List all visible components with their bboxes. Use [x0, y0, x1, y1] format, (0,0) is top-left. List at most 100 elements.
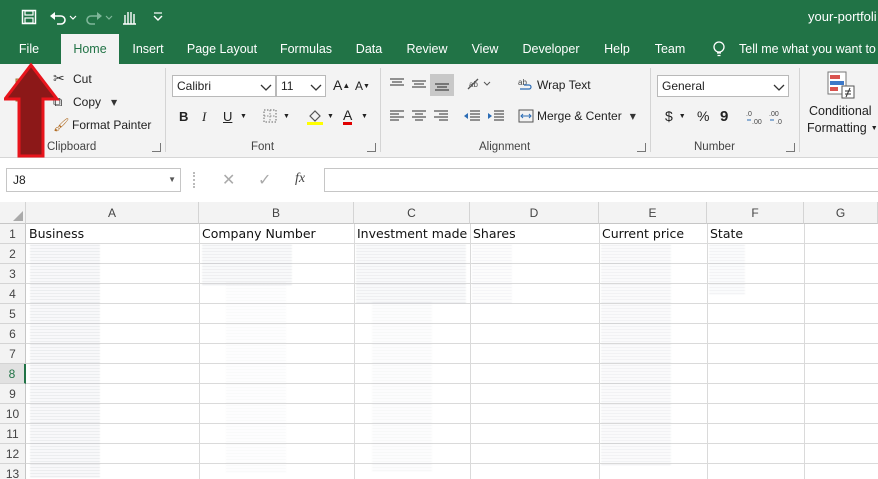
- tab-help[interactable]: Help: [597, 34, 637, 64]
- column-header-c[interactable]: C: [354, 202, 470, 224]
- copy-button[interactable]: ⧉ Copy ▼: [53, 93, 117, 111]
- row-header[interactable]: 1: [0, 224, 26, 244]
- number-launcher-icon[interactable]: [786, 143, 795, 152]
- redo-icon[interactable]: [84, 6, 114, 28]
- select-all-corner[interactable]: [0, 202, 26, 224]
- shrink-font-button[interactable]: A ▼: [355, 79, 370, 93]
- chevron-down-icon[interactable]: ▼: [327, 113, 334, 120]
- customize-qat-icon[interactable]: [150, 6, 166, 28]
- chevron-down-icon[interactable]: ▼: [168, 169, 176, 191]
- format-painter-button[interactable]: 🖌 Format Painter: [53, 116, 151, 134]
- chevron-down-icon[interactable]: ▼: [240, 113, 247, 120]
- tab-data[interactable]: Data: [349, 34, 389, 64]
- tell-me-search[interactable]: Tell me what you want to d: [739, 34, 878, 64]
- borders-icon[interactable]: [262, 108, 278, 124]
- column-header-e[interactable]: E: [599, 202, 707, 224]
- font-name-select[interactable]: Calibri: [172, 75, 276, 97]
- row-header[interactable]: 13: [0, 464, 26, 479]
- italic-button[interactable]: I: [202, 109, 206, 125]
- increase-indent-icon[interactable]: [487, 109, 505, 123]
- name-box-value: J8: [13, 173, 26, 187]
- column-header-b[interactable]: B: [199, 202, 354, 224]
- chevron-down-icon[interactable]: ▼: [111, 98, 117, 107]
- fill-color-icon[interactable]: [306, 107, 324, 125]
- tab-page-layout[interactable]: Page Layout: [183, 34, 261, 64]
- row-header[interactable]: 9: [0, 384, 26, 404]
- svg-text:.00: .00: [769, 111, 779, 118]
- undo-icon[interactable]: [48, 6, 78, 28]
- font-color-icon[interactable]: A: [343, 108, 353, 125]
- cancel-icon[interactable]: ✕: [222, 170, 235, 190]
- row-header[interactable]: 3: [0, 264, 26, 284]
- row-header[interactable]: 12: [0, 444, 26, 464]
- align-right-icon[interactable]: [433, 109, 449, 123]
- header-cell-investment-made[interactable]: Investment made: [354, 224, 467, 244]
- row-header[interactable]: 4: [0, 284, 26, 304]
- worksheet-grid[interactable]: A B C D E F G 1 2 3 4 5 6 7 8 9 10 11 12…: [0, 202, 878, 479]
- enter-icon[interactable]: ✓: [258, 170, 271, 190]
- merge-center-button[interactable]: Merge & Center ▼: [518, 108, 636, 124]
- bottom-align-icon[interactable]: [430, 74, 454, 96]
- conditional-formatting-icon[interactable]: [826, 70, 856, 100]
- tab-team[interactable]: Team: [650, 34, 690, 64]
- touch-mode-icon[interactable]: [118, 6, 142, 28]
- bold-button[interactable]: B: [179, 109, 188, 124]
- currency-button[interactable]: $ ▼: [665, 108, 686, 124]
- wrap-text-button[interactable]: ab Wrap Text: [518, 77, 591, 93]
- save-icon[interactable]: [18, 6, 40, 28]
- header-cell-business[interactable]: Business: [26, 224, 84, 244]
- font-size-select[interactable]: 11: [276, 75, 326, 97]
- tab-view[interactable]: View: [466, 34, 504, 64]
- row-header[interactable]: 6: [0, 324, 26, 344]
- orientation-icon[interactable]: ab: [466, 77, 492, 91]
- tab-formulas[interactable]: Formulas: [275, 34, 337, 64]
- row-header[interactable]: 10: [0, 404, 26, 424]
- alignment-launcher-icon[interactable]: [637, 143, 646, 152]
- comma-button[interactable]: 9: [720, 108, 728, 125]
- name-box[interactable]: J8 ▼: [6, 168, 181, 192]
- chevron-down-icon[interactable]: ▼: [283, 113, 290, 120]
- font-launcher-icon[interactable]: [367, 143, 376, 152]
- increase-decimal-icon[interactable]: .0.00: [746, 108, 764, 126]
- column-header-g[interactable]: G: [804, 202, 878, 224]
- conditional-formatting-label[interactable]: Conditional: [809, 104, 872, 118]
- percent-button[interactable]: %: [697, 108, 709, 124]
- tab-file[interactable]: File: [8, 34, 50, 64]
- row-header[interactable]: 2: [0, 244, 26, 264]
- align-left-icon[interactable]: [389, 109, 405, 123]
- tab-developer[interactable]: Developer: [518, 34, 584, 64]
- number-format-select[interactable]: General: [657, 75, 789, 97]
- header-cell-company-number[interactable]: Company Number: [199, 224, 316, 244]
- tab-review[interactable]: Review: [401, 34, 453, 64]
- conditional-formatting-button[interactable]: Formatting ▼: [807, 121, 878, 135]
- chevron-down-icon[interactable]: ▼: [361, 113, 368, 120]
- top-align-icon[interactable]: [389, 77, 405, 91]
- column-header-d[interactable]: D: [470, 202, 599, 224]
- chevron-down-icon[interactable]: ▼: [630, 112, 636, 121]
- column-header-f[interactable]: F: [707, 202, 804, 224]
- decrease-indent-icon[interactable]: [463, 109, 481, 123]
- middle-align-icon[interactable]: [411, 77, 427, 91]
- formula-bar-grip[interactable]: [193, 172, 195, 188]
- align-center-icon[interactable]: [411, 109, 427, 123]
- row-header[interactable]: 7: [0, 344, 26, 364]
- row-header[interactable]: 5: [0, 304, 26, 324]
- ribbon: ✂ Cut ⧉ Copy ▼ 🖌 Format Painter Clipboar…: [0, 64, 878, 158]
- header-cell-state[interactable]: State: [707, 224, 743, 244]
- redacted-data: [356, 245, 466, 305]
- underline-button[interactable]: U: [223, 109, 232, 124]
- row-header-selected[interactable]: 8: [0, 364, 26, 384]
- clipboard-launcher-icon[interactable]: [152, 143, 161, 152]
- column-header-a[interactable]: A: [26, 202, 199, 224]
- formula-input[interactable]: [324, 168, 878, 192]
- cut-label: Cut: [73, 72, 92, 86]
- tab-insert[interactable]: Insert: [125, 34, 171, 64]
- merge-icon: [518, 109, 534, 123]
- row-header[interactable]: 11: [0, 424, 26, 444]
- header-cell-shares[interactable]: Shares: [470, 224, 516, 244]
- decrease-decimal-icon[interactable]: .00.0: [769, 108, 787, 126]
- header-cell-current-price[interactable]: Current price: [599, 224, 684, 244]
- grow-font-button[interactable]: A ▲: [333, 77, 350, 93]
- tab-home[interactable]: Home: [61, 34, 119, 64]
- insert-function-button[interactable]: fx: [295, 171, 305, 187]
